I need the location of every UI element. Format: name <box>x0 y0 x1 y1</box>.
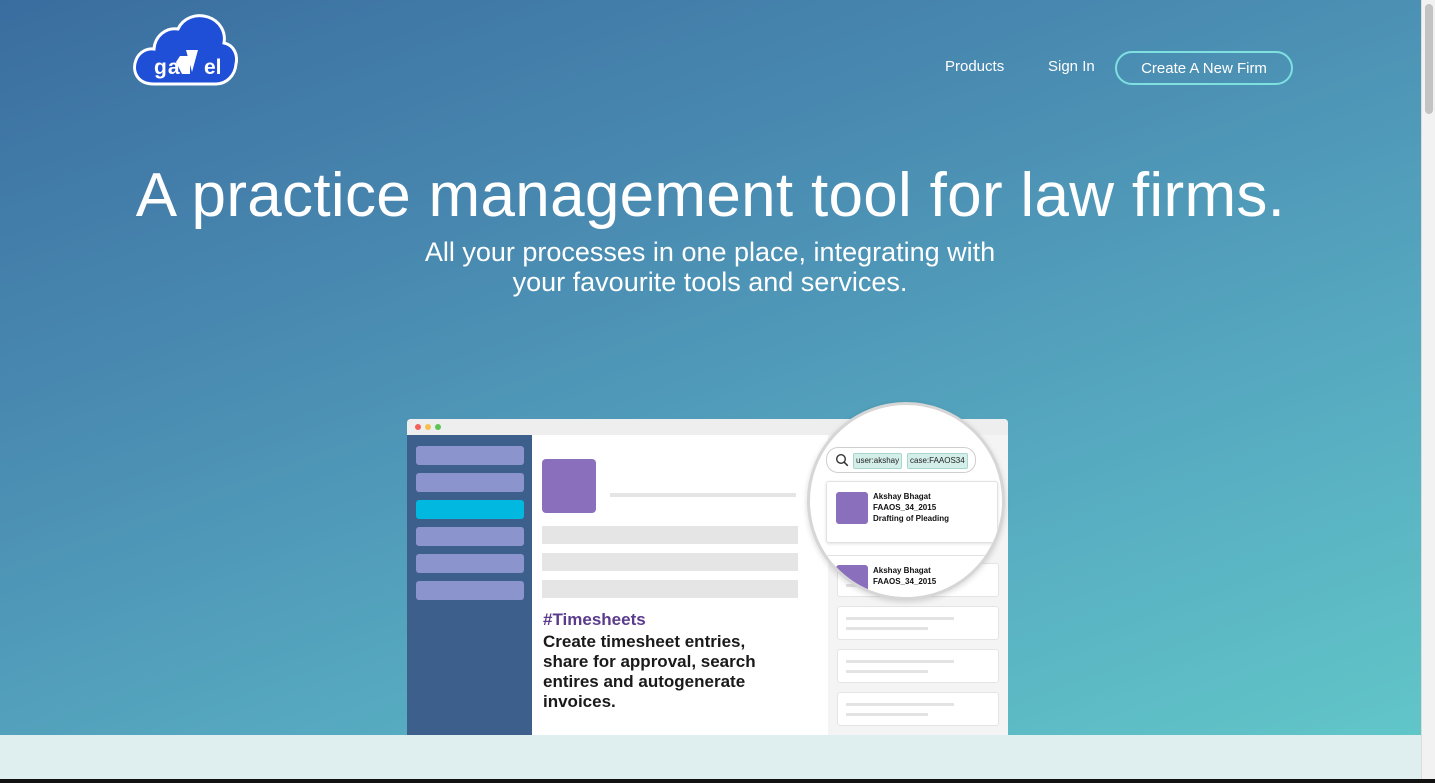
hero-title: A practice management tool for law firms… <box>135 161 1286 230</box>
mockup-placeholder-block <box>542 580 798 598</box>
mockup-placeholder-line <box>610 493 796 497</box>
search-tag-case: case:FAAOS34 <box>907 453 968 469</box>
mockup-placeholder-block <box>542 526 798 544</box>
result-avatar <box>836 565 868 597</box>
result-text: Akshay Bhagat FAAOS_34_2015 Drafting of … <box>873 491 949 524</box>
mockup-sidebar-item <box>416 554 524 573</box>
result-name: Akshay Bhagat <box>873 492 931 501</box>
page-scrollbar[interactable] <box>1421 0 1435 779</box>
mockup-avatar <box>542 459 596 513</box>
svg-text:el: el <box>204 56 222 79</box>
mockup-sidebar-item <box>416 527 524 546</box>
landing-page: ga el Products Sign In Create A New Firm… <box>0 0 1421 779</box>
search-icon <box>835 453 849 467</box>
search-result-card: Akshay Bhagat FAAOS_34_2015 <box>826 555 998 597</box>
mockup-sidebar-item-active <box>416 500 524 519</box>
nav-sign-in-link[interactable]: Sign In <box>1048 58 1095 75</box>
nav-products-link[interactable]: Products <box>945 58 1004 75</box>
result-task: Drafting of Pleading <box>873 514 949 523</box>
mockup-main-panel: #Timesheets Create timesheet entries, sh… <box>532 435 828 735</box>
mockup-placeholder-block <box>542 553 798 571</box>
search-result-card: Akshay Bhagat FAAOS_34_2015 Drafting of … <box>826 481 998 543</box>
window-bottom-edge <box>0 779 1435 783</box>
mockup-search-bar: user:akshay case:FAAOS34 <box>826 447 976 473</box>
scrollbar-thumb[interactable] <box>1425 4 1433 114</box>
feature-description: Create timesheet entries, share for appr… <box>543 632 756 711</box>
result-case: FAAOS_34_2015 <box>873 577 937 586</box>
result-avatar <box>836 492 868 524</box>
mockup-result-card <box>837 649 999 683</box>
maximize-dot-icon <box>435 424 441 430</box>
hero-subtitle-line-1: All your processes in one place, integra… <box>424 237 996 267</box>
hero-subtitle-line-2: your favourite tools and services. <box>512 267 908 297</box>
result-case: FAAOS_34_2015 <box>873 503 937 512</box>
result-text: Akshay Bhagat FAAOS_34_2015 <box>873 565 936 587</box>
hero-subtitle: All your processes in one place, integra… <box>360 237 1060 297</box>
feature-tag: #Timesheets <box>543 610 646 629</box>
mockup-result-card <box>837 692 999 726</box>
mockup-sidebar-item <box>416 581 524 600</box>
magnifier-lens: user:akshay case:FAAOS34 Akshay Bhagat F… <box>807 402 1005 600</box>
svg-text:ga: ga <box>154 56 181 79</box>
create-new-firm-label: Create A New Firm <box>1141 59 1267 77</box>
result-name: Akshay Bhagat <box>873 566 931 575</box>
mockup-sidebar-item <box>416 473 524 492</box>
close-dot-icon <box>415 424 421 430</box>
mockup-sidebar <box>407 435 532 735</box>
minimize-dot-icon <box>425 424 431 430</box>
mockup-result-card <box>837 606 999 640</box>
mockup-sidebar-item <box>416 446 524 465</box>
next-section-band <box>0 735 1421 779</box>
gavel-logo[interactable]: ga el <box>130 14 238 88</box>
cloud-logo-icon: ga el <box>133 14 238 86</box>
create-new-firm-button[interactable]: Create A New Firm <box>1115 51 1293 85</box>
search-tag-user: user:akshay <box>853 453 903 469</box>
